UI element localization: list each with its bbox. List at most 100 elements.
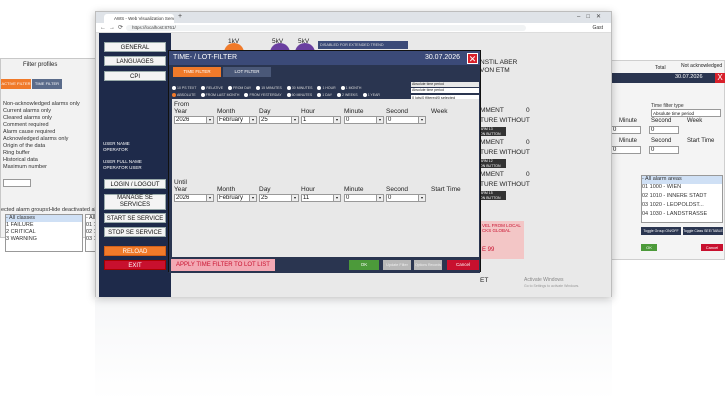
minute-field[interactable]: 0 (611, 126, 641, 134)
login-logout-button[interactable]: LOGIN / LOGOUT (104, 179, 166, 189)
alarm-tag-1[interactable]: ARM 13 ON BUTTON (480, 127, 506, 136)
url-input[interactable]: https://localhost:8761/ (126, 25, 526, 31)
class-item[interactable]: 3 WARNING (6, 236, 82, 243)
option-ack[interactable]: Acknowledged alarms only (3, 136, 83, 143)
area-item[interactable]: 04 1030 - LANDSTRASSE (642, 211, 722, 220)
from-month-field[interactable]: February ▾ (217, 116, 257, 124)
browser-tab[interactable]: AWS - Web Visualization Servic (104, 14, 174, 23)
exit-button[interactable]: EXIT (104, 260, 166, 270)
from-minute-field[interactable]: 0 ▾ (344, 116, 384, 124)
period-select-b[interactable]: Absolute time period (411, 88, 479, 93)
area-item[interactable]: 01 1000 - WIEN (642, 184, 722, 193)
area-item[interactable]: 03 1020 - LEOPOLDST... (642, 202, 722, 211)
update-filter-button[interactable]: Update Filter (383, 260, 411, 270)
chevron-down-icon[interactable]: ▾ (206, 117, 213, 123)
nav-icons[interactable]: ←→⟳ (100, 24, 126, 31)
radio-option[interactable]: 1 YEAR (362, 93, 380, 98)
option-cause[interactable]: Alarm cause required (3, 129, 83, 136)
origin-ring-buffer[interactable]: Ring buffer (3, 150, 83, 157)
chevron-down-icon[interactable]: ▾ (333, 195, 340, 201)
until-minute-field[interactable]: 0 ▾ (344, 194, 384, 202)
red-alert-box: VEL FROM LOCAL CKS GLOBAL E 99 (480, 221, 524, 259)
radio-option[interactable]: 1 HOUR (317, 86, 336, 91)
area-item[interactable]: - All alarm areas (642, 176, 722, 184)
option-non-ack[interactable]: Non-acknowledged alarms only (3, 101, 83, 108)
period-select-a[interactable]: Absolute time period (411, 82, 479, 87)
area-item[interactable]: 02 1010 - INNERE STADT (642, 193, 722, 202)
right-close-icon[interactable]: X (715, 73, 725, 83)
option-comment[interactable]: Comment required (3, 122, 83, 129)
until-hour-field[interactable]: 11 ▾ (301, 194, 341, 202)
class-item[interactable]: 1 FAILURE (6, 222, 82, 229)
new-tab-icon[interactable]: + (178, 13, 182, 20)
tab-time-filter[interactable]: TIME FILTER (32, 79, 62, 89)
chevron-down-icon[interactable]: ▾ (376, 117, 383, 123)
manage-services-button[interactable]: MANAGE SE SERVICES (104, 194, 166, 210)
chevron-down-icon[interactable]: ▾ (418, 117, 425, 123)
radio-option[interactable]: 15 MINUTES (256, 86, 282, 91)
radio-option[interactable]: 1 DAY (317, 93, 332, 98)
languages-button[interactable]: LANGUAGES (104, 56, 166, 66)
radio-option[interactable]: ABSOLUTE (172, 93, 196, 98)
chevron-down-icon[interactable]: ▾ (376, 195, 383, 201)
until-second-field[interactable]: 0 ▾ (386, 194, 426, 202)
chevron-down-icon[interactable]: ▾ (206, 195, 213, 201)
radio-option[interactable]: 10 PS TEXT (172, 86, 196, 91)
from-day-field[interactable]: 25 ▾ (259, 116, 299, 124)
from-hour-field[interactable]: 1 ▾ (301, 116, 341, 124)
alarm-tag-3[interactable]: ARM 15 ON BUTTON (480, 191, 506, 200)
cancel-button[interactable]: Cancel (447, 260, 479, 270)
second-field[interactable]: 0 (649, 126, 679, 134)
until-day-field[interactable]: 25 ▾ (259, 194, 299, 202)
minute-field-2[interactable]: 0 (611, 146, 641, 154)
radio-option[interactable]: 2 WEEKS (337, 93, 358, 98)
abs-period-select[interactable]: Absolute time period (651, 109, 721, 117)
second-field-2[interactable]: 0 (649, 146, 679, 154)
dialog-close-icon[interactable]: ✕ (467, 53, 478, 64)
right-ok-button[interactable]: OK (641, 244, 657, 251)
toggle-group-button[interactable]: Toggle Group ON/OFF (641, 227, 681, 235)
chevron-down-icon[interactable]: ▾ (418, 195, 425, 201)
from-second-field[interactable]: 0 ▾ (386, 116, 426, 124)
chevron-down-icon[interactable]: ▾ (333, 117, 340, 123)
window-controls[interactable]: –□✕ (577, 13, 607, 20)
cpi-button[interactable]: CPI (104, 71, 166, 81)
areas-list[interactable]: - All alarm areas 01 1000 - WIEN 02 1010… (641, 175, 723, 223)
radio-option[interactable]: FROM YESTERDAY (244, 93, 282, 98)
class-list[interactable]: - All classes 1 FAILURE 2 CRITICAL 3 WAR… (5, 214, 83, 252)
hide-deactivated-label[interactable]: Hide deactivated alar (49, 207, 101, 214)
right-cancel-button[interactable]: Cancel (701, 244, 723, 251)
origin-historical[interactable]: Historical data (3, 157, 83, 164)
toggle-class-button[interactable]: Toggle Class SEE/TABLE (683, 227, 723, 235)
ok-button[interactable]: OK (349, 260, 379, 270)
radio-option[interactable]: FROM DAY (228, 86, 251, 91)
profile-label[interactable]: Gast (592, 25, 603, 31)
apply-time-filter-button[interactable]: APPLY TIME FILTER TO LOT LIST (171, 259, 275, 271)
until-month-field[interactable]: February ▾ (217, 194, 257, 202)
radio-option[interactable]: 60 MINUTES (286, 93, 312, 98)
chevron-down-icon[interactable]: ▾ (249, 195, 256, 201)
option-current[interactable]: Current alarms only (3, 108, 83, 115)
class-item[interactable]: 2 CRITICAL (6, 229, 82, 236)
class-item[interactable]: - All classes (6, 215, 82, 222)
reload-button[interactable]: RELOAD (104, 246, 166, 256)
from-year-field[interactable]: 2026 ▾ (174, 116, 214, 124)
radio-option[interactable]: 1 MONTH (340, 86, 361, 91)
chevron-down-icon[interactable]: ▾ (249, 117, 256, 123)
start-service-button[interactable]: START SE SERVICE (104, 213, 166, 223)
general-button[interactable]: GENERAL (104, 42, 166, 52)
options-records-button[interactable]: Options Records (414, 260, 442, 270)
radio-option[interactable]: RELATIVE (201, 86, 223, 91)
option-cleared[interactable]: Cleared alarms only (3, 115, 83, 122)
chevron-down-icon[interactable]: ▾ (291, 117, 298, 123)
until-year-field[interactable]: 2026 ▾ (174, 194, 214, 202)
tab-lot-filter-dialog[interactable]: LOT FILTER (223, 67, 271, 77)
max-number-field[interactable] (3, 179, 31, 187)
tab-time-filter-dialog[interactable]: TIME FILTER (173, 67, 221, 77)
stop-service-button[interactable]: STOP SE SERVICE (104, 227, 166, 237)
chevron-down-icon[interactable]: ▾ (291, 195, 298, 201)
radio-option[interactable]: 30 MINUTES (286, 86, 312, 91)
radio-option[interactable]: FROM LAST MONTH (200, 93, 239, 98)
tab-active-filter[interactable]: ACTIVE FILTER (1, 79, 31, 89)
alarm-tag-2[interactable]: ARM 12 ON BUTTON (480, 159, 506, 168)
